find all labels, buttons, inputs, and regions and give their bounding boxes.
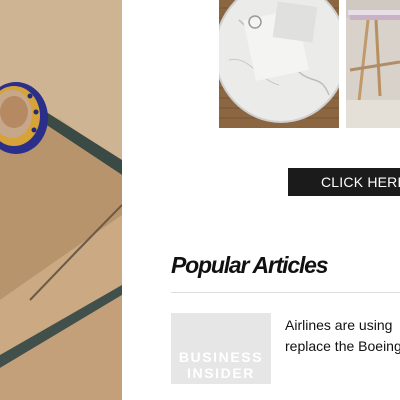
page: CLICK HERE Popular Articles BUSINESS INS…	[0, 0, 400, 400]
hero-photo	[0, 0, 122, 400]
popular-article-item[interactable]: BUSINESS INSIDER Airlines are using repl…	[171, 313, 400, 385]
article-thumbnail-placeholder: BUSINESS INSIDER	[171, 313, 271, 384]
click-here-button[interactable]: CLICK HERE	[288, 168, 400, 196]
article-title-line-2: replace the Boeing	[285, 338, 400, 354]
product-thumbnail-side-table[interactable]	[346, 0, 400, 128]
hero-photo-art	[0, 0, 122, 400]
section-divider	[171, 292, 400, 293]
article-title-line-1: Airlines are using	[285, 317, 393, 333]
business-insider-logo-line-2: INSIDER	[187, 365, 255, 381]
popular-articles-heading: Popular Articles	[171, 252, 329, 278]
business-insider-logo-line-1: BUSINESS	[178, 349, 264, 365]
side-table-art	[346, 0, 400, 128]
product-thumbnail-marble-tray[interactable]	[219, 0, 339, 128]
marble-tray-art	[219, 0, 339, 128]
article-title[interactable]: Airlines are using replace the Boeing	[285, 315, 400, 357]
